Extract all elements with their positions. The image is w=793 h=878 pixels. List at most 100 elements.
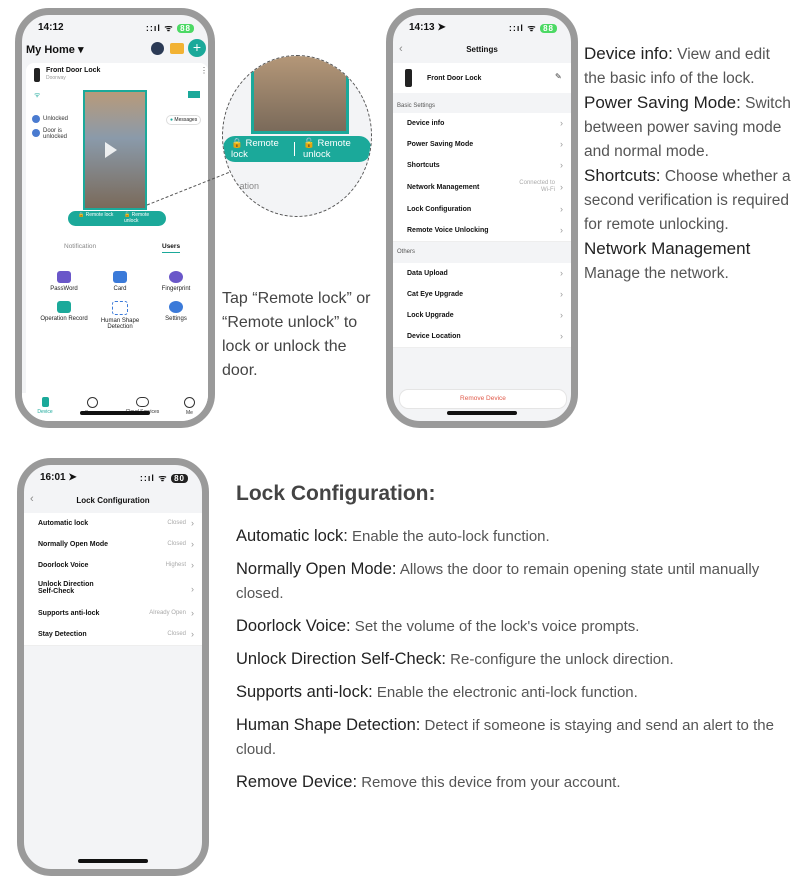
chevron-right-icon: › — [560, 139, 563, 149]
status-time-2: 14:13 ➤ — [409, 22, 446, 33]
phone-settings: 14:13 ➤ ::ıl ᯤ 88 ‹ Settings Front Door … — [386, 8, 578, 428]
lock-config-list: Automatic lock Closed › Normally Open Mode… — [24, 513, 202, 646]
remote-unlock-button[interactable]: 🔓 Remote unlock — [124, 212, 160, 224]
grid-operation-record[interactable]: Operation Record — [34, 301, 94, 322]
chevron-right-icon: › — [191, 584, 194, 594]
lock-device-icon — [405, 69, 412, 87]
row-stay-detection[interactable]: Stay Detection Closed › — [24, 624, 202, 646]
lock-config-heading: Lock Configuration: — [236, 482, 436, 505]
cloud-icon — [136, 397, 149, 407]
row-lock-upgrade[interactable]: Lock Upgrade › — [393, 305, 571, 327]
row-doorlock-voice[interactable]: Doorlock Voice Highest › — [24, 555, 202, 577]
chevron-right-icon: › — [560, 160, 563, 170]
tab-users[interactable]: Users — [162, 243, 181, 253]
status-time-3: 16:01 ➤ — [40, 472, 77, 483]
row-normally-open[interactable]: Normally Open Mode Closed › — [24, 534, 202, 556]
status-bar: 14:12 ::ıl ᯤ 88 — [22, 15, 208, 37]
row-cat-eye-upgrade[interactable]: Cat Eye Upgrade › — [393, 284, 571, 306]
chevron-right-icon: › — [191, 608, 194, 618]
grid-card[interactable]: Card — [90, 271, 150, 292]
door-status: Door is unlocked — [43, 128, 68, 140]
row-device-info[interactable]: Device info › — [393, 113, 571, 135]
home-title[interactable]: My Home ▾ — [26, 43, 83, 56]
play-icon[interactable] — [105, 142, 117, 158]
zoom-remote-unlock[interactable]: 🔓 Remote unlock — [303, 138, 367, 160]
lc-anti-lock: Supports anti-lock: Enable the electroni… — [236, 683, 638, 701]
home-indicator — [80, 411, 150, 415]
password-icon — [57, 271, 71, 283]
home-indicator-3 — [78, 859, 148, 863]
others-list: Data Upload › Cat Eye Upgrade › Lock Upgra… — [393, 263, 571, 349]
remote-lock-button[interactable]: 🔒 Remote lock — [78, 212, 114, 219]
scene-icon — [86, 397, 98, 408]
battery-icon — [188, 91, 200, 98]
row-shortcuts[interactable]: Shortcuts › — [393, 155, 571, 177]
zoom-remote-lock[interactable]: 🔒 Remote lock — [231, 138, 287, 160]
messages-button[interactable]: ● Messages — [166, 115, 202, 125]
row-anti-lock[interactable]: Supports anti-lock Already Open › — [24, 603, 202, 625]
edit-icon[interactable]: ✎ — [555, 72, 562, 81]
grid-fingerprint[interactable]: Fingerprint — [146, 271, 206, 292]
row-device-location[interactable]: Device Location › — [393, 326, 571, 348]
settings-descriptions: Device info: View and edit the basic inf… — [584, 42, 792, 286]
grid-settings[interactable]: Settings — [146, 301, 206, 322]
lc-human-shape: Human Shape Detection: Detect if someone… — [236, 716, 774, 758]
nav-device[interactable]: Device — [30, 397, 60, 415]
add-icon[interactable]: + — [188, 39, 206, 57]
row-remote-voice[interactable]: Remote Voice Unlocking › — [393, 220, 571, 242]
device-card: Front Door Lock Doorway ⋮ ᯤ Unlocked Doo… — [26, 63, 208, 408]
section-basic-settings: Basic Settings — [397, 103, 436, 109]
camera-feed[interactable] — [83, 90, 147, 210]
status-icons-3: ::ıl ᯤ 80 — [140, 471, 188, 484]
status-bar-2: 14:13 ➤ ::ıl ᯤ 88 — [393, 15, 571, 37]
remote-lock-bar: 🔒 Remote lock 🔓 Remote unlock — [68, 211, 166, 226]
chevron-right-icon: › — [191, 539, 194, 549]
zoom-camera-image — [251, 56, 349, 134]
phone-home-screen: 14:12 ::ıl ᯤ 88 My Home ▾ + Front Door L… — [15, 8, 215, 428]
row-automatic-lock[interactable]: Automatic lock Closed › — [24, 513, 202, 535]
nav-me[interactable]: Me — [177, 397, 202, 416]
lock-config-title: Lock Configuration — [76, 496, 150, 505]
me-icon — [184, 397, 195, 408]
unlock-status: Unlocked — [43, 116, 69, 122]
desc-network: Network Management Manage the network. — [584, 239, 751, 282]
settings-device-row[interactable]: Front Door Lock ✎ — [393, 63, 571, 93]
chevron-right-icon: › — [560, 331, 563, 341]
remove-device-button[interactable]: Remove Device — [399, 389, 567, 409]
zoom-divider — [294, 142, 295, 156]
row-power-saving[interactable]: Power Saving Mode › — [393, 134, 571, 156]
tap-caption: Tap “Remote lock” or “Remote unlock” to … — [222, 290, 371, 379]
chevron-right-icon: › — [191, 518, 194, 528]
desc-power-saving: Power Saving Mode: Switch between power … — [584, 93, 791, 160]
lc-normally-open: Normally Open Mode: Allows the door to r… — [236, 560, 760, 602]
basic-settings-list: Device info › Power Saving Mode › Shortcut… — [393, 113, 571, 243]
zoom-callout: 🔒 Remote lock 🔓 Remote unlock cation — [222, 55, 372, 217]
folder-icon[interactable] — [170, 43, 184, 54]
unlock-status-icon — [32, 115, 40, 123]
status-icons-2: ::ıl ᯤ 88 — [509, 21, 557, 34]
section-others: Others — [397, 249, 416, 255]
home-indicator-2 — [447, 411, 517, 415]
gear-icon — [169, 301, 183, 313]
row-lock-config[interactable]: Lock Configuration › — [393, 199, 571, 221]
status-icons: ::ıl ᯤ 88 — [146, 21, 194, 34]
chevron-right-icon: › — [191, 560, 194, 570]
bottom-nav: Device Scene Cloud Services Me — [22, 393, 208, 421]
desc-device-info: Device info: View and edit the basic inf… — [584, 44, 770, 87]
camera-icon[interactable] — [151, 42, 164, 55]
lc-doorlock-voice: Doorlock Voice: Set the volume of the lo… — [236, 617, 640, 635]
row-unlock-direction[interactable]: Unlock Direction Self-Check › — [24, 576, 202, 604]
settings-title: Settings — [466, 45, 498, 54]
device-name: Front Door Lock — [46, 67, 101, 74]
grid-password[interactable]: PassWord — [34, 271, 94, 292]
chevron-right-icon: › — [560, 310, 563, 320]
tab-notification[interactable]: Notification — [64, 243, 96, 250]
status-time: 14:12 — [38, 22, 64, 33]
grid-human-shape[interactable]: Human Shape Detection — [90, 301, 150, 330]
more-icon[interactable]: ⋮ — [200, 66, 208, 75]
row-data-upload[interactable]: Data Upload › — [393, 263, 571, 285]
status-bar-3: 16:01 ➤ ::ıl ᯤ 80 — [24, 465, 202, 487]
row-network[interactable]: Network Management Connected to Wi-Fi › — [393, 176, 571, 200]
chevron-right-icon: › — [560, 182, 563, 192]
settings-device-name: Front Door Lock — [427, 75, 482, 82]
